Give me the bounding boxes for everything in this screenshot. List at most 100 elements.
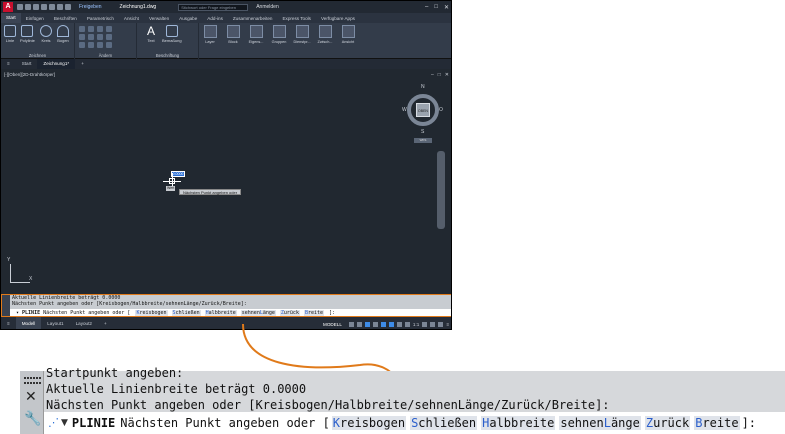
plus-icon[interactable] <box>430 321 436 327</box>
command-option[interactable]: Schließen <box>171 310 201 316</box>
tab-zusammenarbeiten[interactable]: Zusammenarbeiten <box>228 16 278 21</box>
close-icon[interactable]: ✕ <box>444 4 449 11</box>
compass-s[interactable]: S <box>421 129 424 135</box>
command-option[interactable]: Breite <box>694 416 740 430</box>
command-line-zoomed[interactable]: ✕ 🔧 Startpunkt angeben: Aktuelle Linienb… <box>20 366 785 434</box>
redo-icon[interactable] <box>65 4 71 10</box>
lineweight-icon[interactable] <box>396 321 402 327</box>
restore-icon[interactable]: □ <box>438 72 441 78</box>
compass-o[interactable]: O <box>439 107 443 113</box>
command-line-small[interactable]: Aktuelle Linienbreite beträgt 0.0000 Näc… <box>1 294 451 317</box>
dynamic-input-field[interactable]: 0.0000 <box>171 171 185 177</box>
fillet-icon[interactable] <box>97 34 103 40</box>
viewcube[interactable]: N OBEN W O S WKS <box>402 84 443 144</box>
properties-button[interactable]: Eigens... <box>247 25 265 51</box>
tool-bemassung[interactable]: Bemaßung <box>162 25 182 43</box>
gear-icon[interactable] <box>422 321 428 327</box>
menu-icon[interactable]: ≡ <box>1 317 16 329</box>
layout-tab-layout2[interactable]: Layout2 <box>70 317 98 329</box>
tab-ausgabe[interactable]: Ausgabe <box>174 16 202 21</box>
annotation-scale[interactable]: 1:1 <box>413 322 419 327</box>
array-icon[interactable] <box>97 42 103 48</box>
rotate-icon[interactable] <box>88 26 94 32</box>
open-icon[interactable] <box>25 4 31 10</box>
drawing-area[interactable]: [-][Oben][2D-Drahtkörper] – □ ✕ N OBEN W… <box>1 69 451 294</box>
tab-express-tools[interactable]: Express Tools <box>277 16 316 21</box>
tab-parametrisch[interactable]: Parametrisch <box>82 16 119 21</box>
menu-icon[interactable]: ≡ <box>1 59 16 69</box>
group-label-zeichnen[interactable]: Zeichnen <box>1 53 74 58</box>
utilities-button[interactable]: Dienstpr... <box>293 25 311 51</box>
tool-text[interactable]: A Text <box>145 25 157 43</box>
command-option[interactable]: Zurück <box>644 416 691 430</box>
explode-icon[interactable] <box>106 34 112 40</box>
command-option[interactable]: sehnenLänge <box>240 310 276 316</box>
command-option[interactable]: Zurück <box>279 310 300 316</box>
clipboard-button[interactable]: Zwisch... <box>316 25 334 51</box>
command-option[interactable]: Breite <box>303 310 325 316</box>
save-icon[interactable] <box>33 4 39 10</box>
command-option[interactable]: Kreisbogen <box>331 416 407 430</box>
scale-icon[interactable] <box>88 42 94 48</box>
command-option[interactable]: sehnenLänge <box>559 416 641 430</box>
fullscreen-icon[interactable] <box>438 321 444 327</box>
tool-kreis[interactable]: Kreis <box>40 25 52 43</box>
view-button[interactable]: Ansicht <box>339 25 357 51</box>
command-option[interactable]: Schließen <box>410 416 478 430</box>
share-button[interactable]: Freigeben <box>79 4 102 10</box>
tab-ansicht[interactable]: Ansicht <box>119 16 144 21</box>
compass-w[interactable]: W <box>402 107 407 113</box>
erase-icon[interactable] <box>106 26 112 32</box>
group-label-aendern[interactable]: Ändern <box>75 53 136 58</box>
ucs-menu[interactable]: WKS <box>414 138 432 143</box>
command-option[interactable]: Halbbreite <box>481 416 556 430</box>
customize-icon[interactable]: ≡ <box>446 322 449 327</box>
minimize-icon[interactable]: – <box>431 72 434 78</box>
command-input[interactable]: ▾ PLINIE Nächsten Punkt angeben oder [ K… <box>10 309 451 317</box>
otrack-icon[interactable] <box>388 321 394 327</box>
group-label-beschriftung[interactable]: Beschriftung <box>137 53 198 58</box>
chevron-down-icon[interactable]: ▼ <box>61 412 68 434</box>
stretch-icon[interactable] <box>79 42 85 48</box>
ortho-icon[interactable] <box>364 321 370 327</box>
tab-verwalten[interactable]: Verwalten <box>144 16 174 21</box>
groups-button[interactable]: Gruppen <box>270 25 288 51</box>
offset-icon[interactable] <box>106 42 112 48</box>
command-option[interactable]: Kreisbogen <box>135 310 168 316</box>
tab-addins[interactable]: Add-ins <box>202 16 228 21</box>
layout-tab-layout1[interactable]: Layout1 <box>41 317 69 329</box>
app-menu-button[interactable]: A <box>3 2 13 12</box>
command-option[interactable]: Halbbreite <box>204 310 237 316</box>
tab-apps[interactable]: Verfügbare Apps <box>316 16 360 21</box>
tool-bogen[interactable]: Bogen <box>57 25 69 43</box>
viewport-controls-label[interactable]: [-][Oben][2D-Drahtkörper] <box>4 72 55 77</box>
command-line-grip[interactable] <box>1 294 10 317</box>
save-as-icon[interactable] <box>41 4 47 10</box>
tab-beschriften[interactable]: Beschriften <box>49 16 82 21</box>
undo-icon[interactable] <box>57 4 63 10</box>
new-icon[interactable] <box>17 4 23 10</box>
viewcube-face[interactable]: OBEN <box>416 103 430 117</box>
block-button[interactable]: Block <box>224 25 242 51</box>
sign-in-button[interactable]: Anmelden <box>256 4 279 10</box>
maximize-icon[interactable]: □ <box>434 4 438 11</box>
tool-polylinie[interactable]: Polylinie <box>20 25 35 43</box>
navigation-bar[interactable] <box>437 151 445 229</box>
search-input[interactable]: Stichwort oder Frage eingeben <box>178 3 249 11</box>
tool-linie[interactable]: Linie <box>4 25 16 43</box>
annotation-icon[interactable] <box>404 321 410 327</box>
grip-icon[interactable] <box>24 377 41 385</box>
tab-zeichnung1[interactable]: Zeichnung1* <box>37 59 76 69</box>
osnap-icon[interactable] <box>380 321 386 327</box>
close-icon[interactable]: ✕ <box>445 72 449 78</box>
compass-n[interactable]: N <box>421 84 425 90</box>
copy-icon[interactable] <box>79 34 85 40</box>
model-space-button[interactable]: MODELL <box>323 322 342 327</box>
add-layout-icon[interactable]: + <box>98 317 113 329</box>
move-icon[interactable] <box>79 26 85 32</box>
grid-icon[interactable] <box>348 321 354 327</box>
minimize-icon[interactable]: – <box>425 4 428 11</box>
tab-start-file[interactable]: Start <box>16 59 38 69</box>
close-icon[interactable]: ✕ <box>25 389 37 405</box>
tab-einfuegen[interactable]: Einfügen <box>21 16 49 21</box>
